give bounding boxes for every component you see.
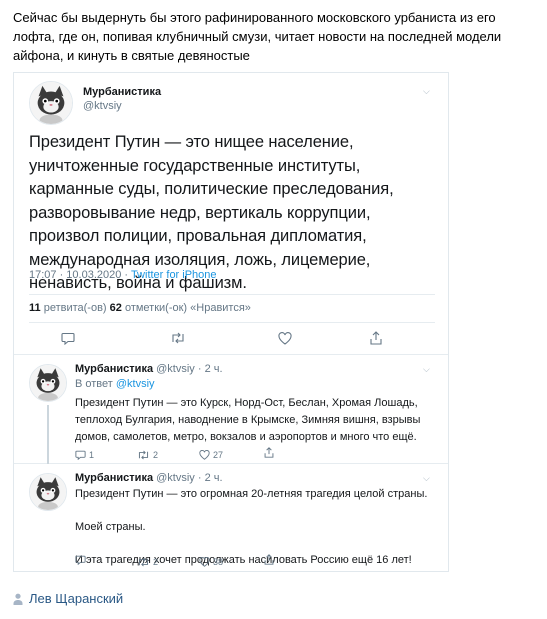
share-icon [264,447,274,458]
avatar[interactable] [29,81,73,125]
divider [29,322,435,323]
heart-icon [278,332,292,345]
tweet-meta: 17:07 · 10.03.2020 · Twitter for iPhone [29,269,217,281]
chevron-down-icon[interactable]: ⌵ [423,473,430,484]
heart-icon [199,557,210,567]
post-author-link[interactable]: Лев Щаранский [13,591,123,606]
comment-count: 1 [89,450,95,460]
chevron-down-icon[interactable]: ⌵ [423,86,430,97]
user-icon [13,593,23,605]
retweet-button[interactable]: 2 [137,555,158,569]
reply-to-label: В ответ [75,378,116,390]
retweet-count: 2 [153,450,159,460]
retweet-icon [138,450,149,460]
comment-button[interactable] [75,555,89,565]
chevron-down-icon[interactable]: ⌵ [423,364,430,375]
like-button[interactable] [278,332,292,345]
comment-icon [75,450,86,460]
cat-avatar-icon [30,82,72,124]
reply-paragraph: Президент Путин — это огромная 20-летняя… [75,488,428,500]
share-icon [370,331,382,345]
reply-tweet: Мурбанистика @ktvsiy · 2 ч. ⌵ Президент … [14,464,448,571]
share-button[interactable] [264,447,274,458]
thread-line [47,405,49,464]
retweet-icon [138,557,149,567]
reply-body: Президент Путин — это Курск, Норд-Ост, Б… [75,397,421,443]
share-button[interactable] [370,331,382,345]
embedded-tweet: Мурбанистика @ktvsiy ⌵ Президент Путин —… [13,72,449,572]
comment-button[interactable]: 1 [75,448,94,462]
author-name[interactable]: Мурбанистика [75,472,153,484]
reply-to: В ответ @ktvsiy [75,378,155,390]
like-button[interactable]: 38 [199,555,223,569]
reply-paragraph: И эта трагедия хочет продолжать насилова… [75,554,412,566]
heart-icon [199,450,210,460]
retweet-count[interactable]: 11 [29,302,41,314]
author-meta: @ktvsiy · 2 ч. [153,472,223,484]
author-meta: @ktvsiy · 2 ч. [153,363,223,375]
reply-tweet: Мурбанистика @ktvsiy · 2 ч. ⌵ В ответ @k… [14,355,448,464]
avatar[interactable] [29,473,67,511]
cat-avatar-icon [30,365,66,401]
like-label: отметки(-ок) «Нравится» [121,302,251,314]
share-icon [264,554,274,565]
like-count: 38 [213,557,224,567]
post-text: Сейчас бы выдернуть бы этого рафинирован… [13,10,502,63]
main-tweet: Мурбанистика @ktvsiy ⌵ Президент Путин —… [14,73,448,355]
divider [29,294,435,295]
like-count: 27 [213,450,224,460]
tweet-source-link[interactable]: Twitter for iPhone [131,269,217,281]
cat-avatar-icon [30,474,66,510]
comment-icon [61,332,75,345]
retweet-button[interactable] [170,332,186,344]
author-name[interactable]: Мурбанистика [83,86,161,98]
post-author-name[interactable]: Лев Щаранский [29,591,123,606]
comment-icon [75,555,86,565]
tweet-stats: 11 ретвита(-ов) 62 отметки(-ок) «Нравитс… [29,302,251,314]
reply-header: Мурбанистика @ktvsiy · 2 ч. [75,363,223,375]
avatar[interactable] [29,364,67,402]
retweet-count: 2 [153,557,159,567]
reply-header: Мурбанистика @ktvsiy · 2 ч. [75,472,223,484]
retweet-label: ретвита(-ов) [40,302,110,314]
reply-paragraph: Моей страны. [75,521,146,533]
reply-to-handle[interactable]: @ktvsiy [116,378,155,390]
share-button[interactable] [264,554,274,565]
like-count[interactable]: 62 [110,302,122,314]
reply-body: Президент Путин — это огромная 20-летняя… [75,486,437,571]
retweet-button[interactable]: 2 [137,448,158,462]
author-handle[interactable]: @ktvsiy [83,100,122,112]
tweet-time[interactable]: 17:07 · 10.03.2020 · [29,269,131,281]
retweet-icon [172,332,184,344]
like-button[interactable]: 27 [199,448,223,462]
author-name[interactable]: Мурбанистика [75,363,153,375]
comment-button[interactable] [61,332,75,345]
